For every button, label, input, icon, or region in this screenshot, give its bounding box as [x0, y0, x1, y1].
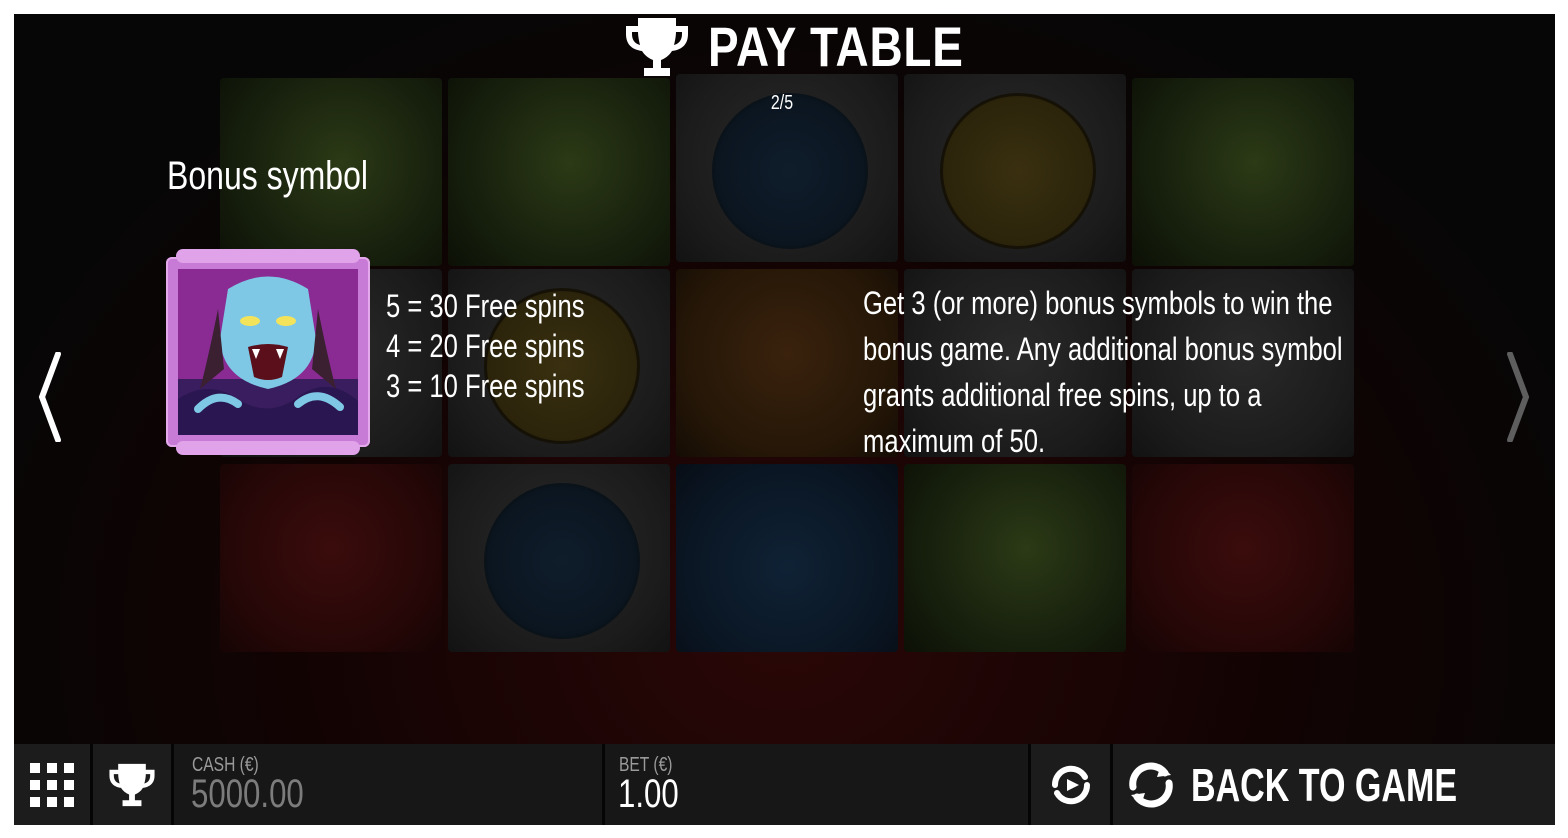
bet-value: 1.00 [618, 772, 679, 816]
autoplay-button[interactable] [1031, 744, 1110, 825]
frame-ornament [176, 249, 360, 263]
reel-symbol [676, 464, 898, 652]
payout-row: 4 = 20 Free spins [386, 328, 585, 364]
reel-symbol [1132, 464, 1354, 652]
chevron-right-icon[interactable] [1502, 352, 1532, 442]
bottom-bar: CASH (€) 5000.00 BET (€) 1.00 BACK TO GA… [14, 744, 1555, 825]
bonus-symbol-frame [166, 249, 370, 455]
trophy-icon [109, 763, 155, 806]
reel-symbol [904, 74, 1126, 262]
back-to-game-label: BACK TO GAME [1191, 759, 1458, 811]
section-title: Bonus symbol [167, 154, 368, 198]
bonus-description: Get 3 (or more) bonus symbols to win the… [863, 285, 1343, 459]
bet-display[interactable]: BET (€) 1.00 [605, 744, 1028, 825]
chevron-left-icon[interactable] [36, 352, 66, 442]
cash-value: 5000.00 [191, 772, 304, 816]
game-window: PAY TABLE 2/5 Bonus symbol 5 = 30 Free s… [14, 14, 1555, 825]
paytable-button[interactable] [93, 744, 171, 825]
cash-display: CASH (€) 5000.00 [174, 744, 602, 825]
back-to-game-button[interactable]: BACK TO GAME [1113, 744, 1555, 825]
payout-row: 5 = 30 Free spins [386, 288, 585, 324]
paytable-header: PAY TABLE 2/5 [14, 14, 1555, 114]
page-indicator: 2/5 [770, 92, 794, 114]
grid-menu-icon [30, 762, 74, 807]
trophy-icon [626, 18, 688, 76]
page-title: PAY TABLE [708, 15, 964, 78]
vampire-bonus-symbol-icon [178, 269, 358, 435]
reel-symbol [448, 464, 670, 652]
reel-symbol [1132, 78, 1354, 266]
reel-symbol [220, 464, 442, 652]
frame-ornament [176, 441, 360, 455]
payout-row: 3 = 10 Free spins [386, 368, 585, 404]
refresh-icon [1129, 762, 1173, 808]
reel-symbol [448, 78, 670, 266]
menu-button[interactable] [14, 744, 90, 825]
payout-list: 5 = 30 Free spins 4 = 20 Free spins 3 = … [386, 286, 585, 406]
reel-symbol [904, 464, 1126, 652]
autoplay-icon [1051, 765, 1090, 804]
